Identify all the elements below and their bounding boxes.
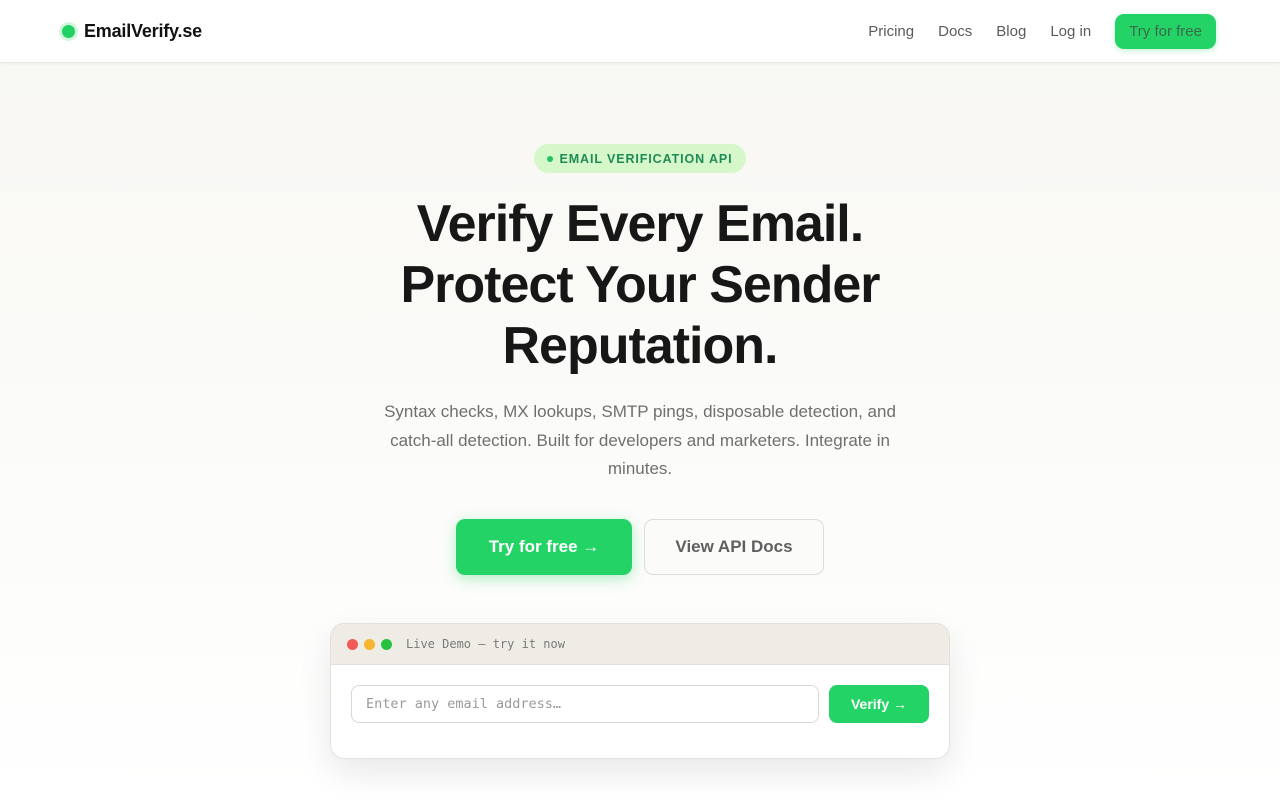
- hero-badge: EMAIL VERIFICATION API: [534, 144, 746, 173]
- brand-dot-icon: [62, 24, 75, 38]
- hero-subtitle: Syntax checks, MX lookups, SMTP pings, d…: [384, 402, 896, 478]
- demo-body: Verify →: [331, 665, 949, 758]
- hero-title-line-3: Reputation.: [502, 317, 779, 375]
- close-dot-icon: [347, 638, 358, 650]
- view-api-docs-button[interactable]: View API Docs: [644, 519, 824, 575]
- hero-cta-row: Try for free → View API Docs: [456, 519, 824, 575]
- nav-link-pricing[interactable]: Pricing: [868, 23, 914, 40]
- hero-title: Verify Every Email. Protect Your Sender …: [300, 194, 980, 377]
- badge-label: EMAIL VERIFICATION API: [559, 151, 733, 166]
- demo-title: Live Demo — try it now: [406, 637, 565, 651]
- hero-title-line-1: Verify Every Email.: [416, 195, 864, 253]
- nav-link-blog[interactable]: Blog: [996, 23, 1026, 40]
- email-input[interactable]: [351, 685, 819, 723]
- verify-button[interactable]: Verify →: [829, 685, 929, 723]
- site-header: EmailVerify.se Pricing Docs Blog Log in …: [0, 0, 1280, 63]
- live-demo-card: Live Demo — try it now Verify →: [330, 623, 950, 759]
- minimize-dot-icon: [364, 638, 375, 650]
- hero-title-line-2: Protect Your Sender: [400, 256, 881, 314]
- header-try-free-button[interactable]: Try for free: [1115, 14, 1216, 49]
- badge-dot-icon: [547, 155, 554, 162]
- demo-title-bar: Live Demo — try it now: [331, 624, 949, 665]
- maximize-dot-icon: [381, 638, 392, 650]
- brand-logo[interactable]: EmailVerify.se: [62, 19, 202, 43]
- brand-name: EmailVerify.se: [84, 20, 202, 41]
- main-nav: Pricing Docs Blog Log in Try for free: [868, 14, 1216, 49]
- nav-link-login[interactable]: Log in: [1050, 23, 1091, 40]
- try-free-button[interactable]: Try for free →: [456, 519, 632, 575]
- nav-link-docs[interactable]: Docs: [938, 23, 972, 40]
